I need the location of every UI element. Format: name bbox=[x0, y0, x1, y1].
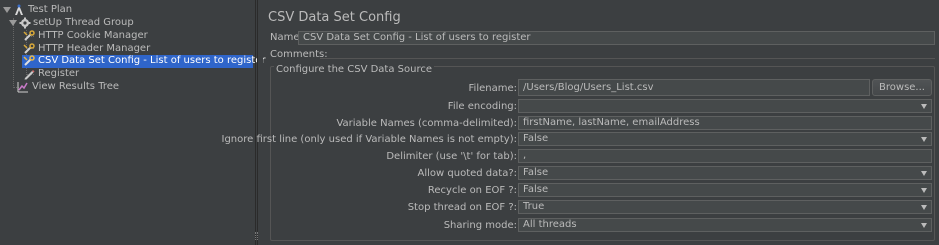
delimiter-label: Delimiter (use '\t' for tab): bbox=[386, 151, 517, 162]
tree-item-label: setUp Thread Group bbox=[33, 17, 134, 28]
recycle-on-eof-select[interactable]: False bbox=[518, 183, 932, 197]
recycle-on-eof-label: Recycle on EOF ?: bbox=[427, 185, 517, 196]
tree-item-test-plan[interactable]: Test Plan bbox=[0, 4, 250, 16]
group-title: Configure the CSV Data Source bbox=[274, 64, 434, 75]
chevron-down-icon[interactable] bbox=[921, 205, 927, 210]
chevron-down-icon[interactable] bbox=[921, 188, 927, 193]
test-plan-tree: Test Plan setUp Thread Group HTTP Cookie… bbox=[0, 0, 266, 245]
filename-input[interactable]: /Users/Blog/Users_List.csv bbox=[518, 79, 870, 96]
sharing-mode-value: All threads bbox=[523, 219, 577, 230]
stop-thread-on-eof-select[interactable]: True bbox=[518, 200, 932, 214]
allow-quoted-data-label: Allow quoted data?: bbox=[417, 168, 517, 179]
tree-item-http-cookie-manager[interactable]: HTTP Cookie Manager bbox=[0, 30, 250, 42]
ignore-first-line-select[interactable]: False bbox=[518, 132, 932, 146]
tree-item-label: HTTP Cookie Manager bbox=[38, 30, 148, 41]
stop-thread-on-eof-label: Stop thread on EOF ?: bbox=[407, 202, 517, 213]
tree-item-setup-thread-group[interactable]: setUp Thread Group bbox=[0, 17, 250, 29]
comments-label: Comments: bbox=[270, 49, 328, 60]
tree-item-csv-data-set-config[interactable]: CSV Data Set Config - List of users to r… bbox=[22, 55, 266, 68]
allow-quoted-data-select[interactable]: False bbox=[518, 166, 932, 180]
file-encoding-select[interactable] bbox=[518, 99, 932, 113]
sharing-mode-select[interactable]: All threads bbox=[518, 218, 932, 232]
allow-quoted-data-value: False bbox=[523, 167, 549, 178]
variable-names-label: Variable Names (comma-delimited): bbox=[336, 118, 517, 129]
name-input[interactable]: CSV Data Set Config - List of users to r… bbox=[298, 31, 935, 45]
chevron-down-icon[interactable] bbox=[921, 223, 927, 228]
tree-item-label: HTTP Header Manager bbox=[38, 43, 151, 54]
stop-thread-on-eof-value: True bbox=[523, 201, 545, 212]
pencil-icon bbox=[23, 68, 35, 80]
config-panel: CSV Data Set Config Name: CSV Data Set C… bbox=[222, 0, 939, 245]
wrench-icon bbox=[23, 43, 35, 55]
tree-item-label: Test Plan bbox=[28, 4, 73, 15]
chart-icon bbox=[17, 81, 29, 93]
comments-field[interactable] bbox=[320, 50, 935, 59]
tree-item-http-header-manager[interactable]: HTTP Header Manager bbox=[0, 43, 250, 55]
ignore-first-line-value: False bbox=[523, 133, 549, 144]
recycle-on-eof-value: False bbox=[523, 184, 549, 195]
splitter-grip-icon[interactable] bbox=[255, 232, 258, 240]
test-plan-icon bbox=[13, 4, 25, 16]
tree-item-label: CSV Data Set Config - List of users to r… bbox=[38, 55, 266, 66]
collapse-caret-icon[interactable] bbox=[3, 7, 11, 13]
chevron-down-icon[interactable] bbox=[921, 171, 927, 176]
ignore-first-line-label: Ignore first line (only used if Variable… bbox=[221, 134, 518, 145]
page-title: CSV Data Set Config bbox=[268, 10, 401, 25]
tree-item-label: Register bbox=[38, 68, 80, 79]
chevron-down-icon[interactable] bbox=[921, 137, 927, 142]
file-encoding-label: File encoding: bbox=[447, 101, 517, 112]
name-row: Name: CSV Data Set Config - List of user… bbox=[268, 31, 935, 45]
tree-item-label: View Results Tree bbox=[32, 81, 120, 92]
tree-item-register[interactable]: Register bbox=[0, 68, 250, 80]
tree-item-view-results-tree[interactable]: View Results Tree bbox=[0, 81, 250, 93]
collapse-caret-icon[interactable] bbox=[9, 20, 17, 26]
variable-names-input[interactable]: firstName, lastName, emailAddress bbox=[518, 116, 932, 130]
sharing-mode-label: Sharing mode: bbox=[443, 220, 517, 231]
browse-button[interactable]: Browse... bbox=[872, 79, 932, 96]
wrench-icon bbox=[23, 30, 35, 42]
gear-icon bbox=[19, 17, 31, 29]
chevron-down-icon[interactable] bbox=[921, 104, 927, 109]
wrench-icon bbox=[23, 55, 35, 67]
pane-splitter[interactable] bbox=[257, 0, 263, 245]
delimiter-input[interactable]: , bbox=[518, 149, 932, 163]
filename-label: Filename: bbox=[468, 83, 517, 94]
